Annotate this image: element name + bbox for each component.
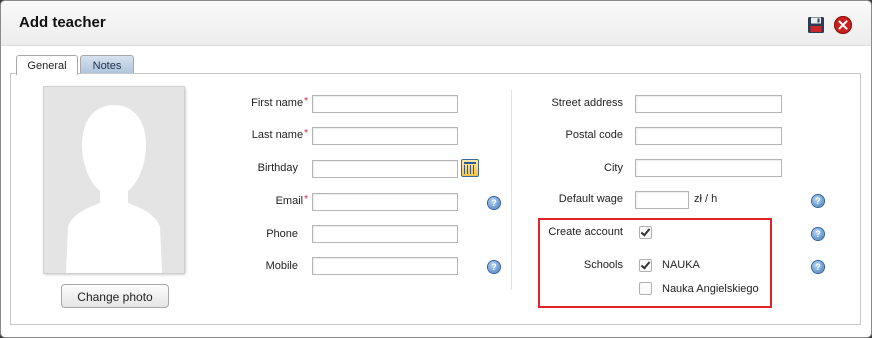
- dialog-title: Add teacher: [19, 14, 106, 31]
- schools-help-icon[interactable]: ?: [812, 261, 824, 273]
- city-input[interactable]: [635, 159, 782, 177]
- last-name-input[interactable]: [312, 127, 458, 145]
- tab-general[interactable]: General: [16, 55, 78, 75]
- street-address-input[interactable]: [635, 95, 782, 113]
- school-nauka-label: NAUKA: [662, 259, 700, 271]
- default-wage-label: Default wage: [558, 193, 623, 205]
- column-divider: [511, 90, 512, 290]
- avatar-silhouette-icon: [44, 87, 184, 273]
- email-label: Email*: [220, 194, 308, 207]
- mobile-label: Mobile: [265, 260, 298, 272]
- change-photo-button[interactable]: Change photo: [61, 284, 169, 308]
- schools-label: Schools: [583, 259, 623, 271]
- first-name-label: First name*: [220, 96, 308, 109]
- create-account-label: Create account: [548, 226, 623, 238]
- required-marker: *: [304, 128, 308, 139]
- dialog-titlebar: Add teacher: [1, 1, 871, 46]
- phone-input[interactable]: [312, 225, 458, 243]
- last-name-label: Last name*: [220, 128, 308, 141]
- postal-code-label: Postal code: [565, 129, 623, 141]
- last-name-label-text: Last name: [251, 129, 304, 141]
- calendar-icon[interactable]: [461, 159, 479, 177]
- mobile-input[interactable]: [312, 257, 458, 275]
- mobile-help-icon[interactable]: ?: [488, 261, 500, 273]
- email-help-icon[interactable]: ?: [488, 197, 500, 209]
- save-icon[interactable]: [807, 16, 825, 34]
- school-nauka-checkbox[interactable]: [639, 259, 652, 272]
- create-account-help-icon[interactable]: ?: [812, 228, 824, 240]
- birthday-input[interactable]: [312, 160, 458, 178]
- wage-unit: zł / h: [694, 193, 718, 205]
- first-name-label-text: First name: [251, 97, 304, 109]
- required-marker: *: [304, 96, 308, 107]
- postal-code-input[interactable]: [635, 127, 782, 145]
- school-nauka-angielskiego-label: Nauka Angielskiego: [662, 283, 759, 295]
- first-name-input[interactable]: [312, 95, 458, 113]
- create-account-checkbox[interactable]: [639, 226, 652, 239]
- city-label: City: [604, 162, 623, 174]
- default-wage-input[interactable]: [635, 191, 689, 209]
- email-label-text: Email: [275, 195, 304, 207]
- close-icon[interactable]: [834, 16, 852, 34]
- required-marker: *: [304, 194, 308, 205]
- wage-help-icon[interactable]: ?: [812, 195, 824, 207]
- school-nauka-angielskiego-checkbox[interactable]: [639, 282, 652, 295]
- email-input[interactable]: [312, 193, 458, 211]
- phone-label: Phone: [266, 228, 298, 240]
- street-address-label: Street address: [551, 97, 623, 109]
- teacher-photo: [44, 87, 184, 273]
- birthday-label: Birthday: [257, 162, 298, 174]
